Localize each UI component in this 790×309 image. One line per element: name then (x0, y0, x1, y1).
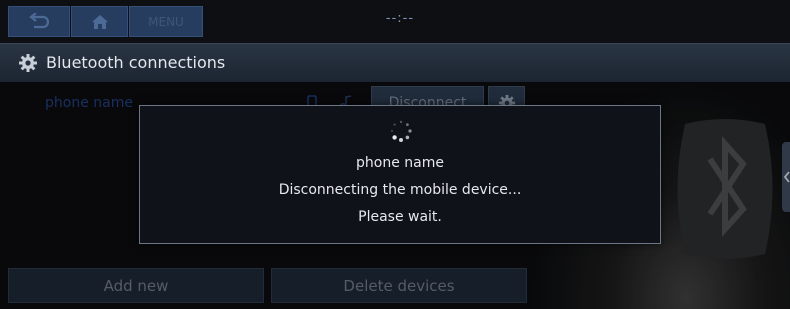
popup-device-name: phone name (356, 155, 444, 171)
disconnecting-popup: phone name Disconnecting the mobile devi… (139, 105, 661, 244)
menu-button[interactable]: MENU (129, 6, 203, 37)
title-bar: Bluetooth connections (0, 43, 790, 83)
page-title: Bluetooth connections (46, 53, 226, 72)
gear-icon (19, 54, 37, 72)
bluetooth-connections-screen: MENU --:-- Bluetooth connections phone n… (0, 0, 790, 309)
top-bar: MENU --:-- (0, 0, 790, 43)
popup-wait-text: Please wait. (358, 209, 442, 225)
menu-label: MENU (148, 14, 184, 29)
home-button[interactable] (71, 6, 128, 37)
home-icon (91, 14, 108, 29)
back-arrow-icon (29, 12, 50, 28)
popup-status-text: Disconnecting the mobile device... (278, 182, 522, 198)
loading-spinner-icon (390, 120, 412, 142)
clock: --:-- (385, 11, 415, 26)
back-button[interactable] (8, 6, 70, 37)
